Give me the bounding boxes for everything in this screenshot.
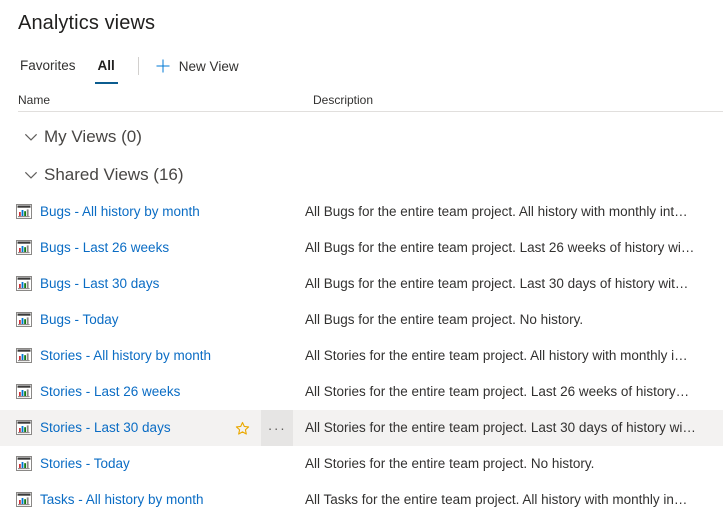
header-divider [18, 111, 723, 112]
table-row[interactable]: Bugs - Today All Bugs for the entire tea… [0, 302, 723, 338]
tab-favorites[interactable]: Favorites [9, 50, 87, 82]
table-row[interactable]: Bugs - Last 26 weeks All Bugs for the en… [0, 230, 723, 266]
group-label: My Views (0) [44, 127, 142, 146]
view-name-link[interactable]: Stories - Last 26 weeks [40, 374, 180, 410]
view-description: All Stories for the entire team project.… [305, 456, 595, 471]
favorite-toggle-button[interactable] [228, 412, 256, 444]
view-name-link[interactable]: Bugs - All history by month [40, 194, 200, 230]
new-view-button[interactable]: New View [149, 50, 245, 82]
chevron-down-icon [22, 166, 40, 184]
group-header-my-views[interactable]: My Views (0) [0, 118, 723, 156]
view-name-link[interactable]: Tasks - All history by month [40, 482, 204, 518]
row-actions: ··· [228, 410, 293, 446]
ellipsis-icon: ··· [267, 420, 287, 436]
column-header-description[interactable]: Description [313, 90, 373, 110]
star-outline-icon [235, 421, 250, 436]
plus-icon [155, 58, 171, 74]
view-name-link[interactable]: Stories - Today [40, 446, 130, 482]
view-description: All Stories for the entire team project.… [305, 384, 690, 399]
view-description: All Bugs for the entire team project. No… [305, 312, 584, 327]
analytics-view-icon [16, 204, 32, 219]
analytics-view-icon [16, 312, 32, 327]
column-headers: Name Description [0, 90, 723, 112]
table-row[interactable]: Stories - Today All Stories for the enti… [0, 446, 723, 482]
analytics-view-icon [16, 384, 32, 399]
views-list: My Views (0) Shared Views (16) Bugs - Al… [0, 118, 723, 518]
analytics-view-icon [16, 492, 32, 507]
analytics-view-icon [16, 348, 32, 363]
analytics-view-icon [16, 276, 32, 291]
view-description: All Bugs for the entire team project. La… [305, 276, 689, 291]
view-description: All Stories for the entire team project.… [305, 348, 688, 363]
more-actions-button[interactable]: ··· [261, 410, 293, 446]
table-row[interactable]: Bugs - Last 30 days All Bugs for the ent… [0, 266, 723, 302]
view-description: All Bugs for the entire team project. Al… [305, 204, 688, 219]
view-description: All Tasks for the entire team project. A… [305, 492, 688, 507]
command-bar: Favorites All New View [0, 50, 723, 84]
analytics-view-icon [16, 240, 32, 255]
view-name-link[interactable]: Stories - Last 30 days [40, 410, 171, 446]
analytics-view-icon [16, 456, 32, 471]
table-row[interactable]: Bugs - All history by month All Bugs for… [0, 194, 723, 230]
view-description: All Bugs for the entire team project. La… [305, 240, 695, 255]
analytics-view-icon [16, 420, 32, 435]
chevron-down-icon [22, 128, 40, 146]
table-row[interactable]: Tasks - All history by month All Tasks f… [0, 482, 723, 518]
group-header-shared-views[interactable]: Shared Views (16) [0, 156, 723, 194]
view-name-link[interactable]: Bugs - Last 30 days [40, 266, 159, 302]
table-row[interactable]: Stories - Last 30 days ··· All Stories f… [0, 410, 723, 446]
view-name-link[interactable]: Bugs - Last 26 weeks [40, 230, 169, 266]
command-separator [137, 57, 139, 75]
page-title: Analytics views [18, 12, 156, 34]
table-row[interactable]: Stories - All history by month All Stori… [0, 338, 723, 374]
new-view-label: New View [178, 58, 239, 74]
group-label: Shared Views (16) [44, 165, 184, 184]
tab-all[interactable]: All [87, 50, 126, 84]
view-description: All Stories for the entire team project.… [305, 420, 696, 435]
column-header-name[interactable]: Name [18, 90, 50, 110]
table-row[interactable]: Stories - Last 26 weeks All Stories for … [0, 374, 723, 410]
analytics-views-page: Analytics views Favorites All New View N… [0, 0, 723, 527]
view-name-link[interactable]: Bugs - Today [40, 302, 119, 338]
view-name-link[interactable]: Stories - All history by month [40, 338, 211, 374]
